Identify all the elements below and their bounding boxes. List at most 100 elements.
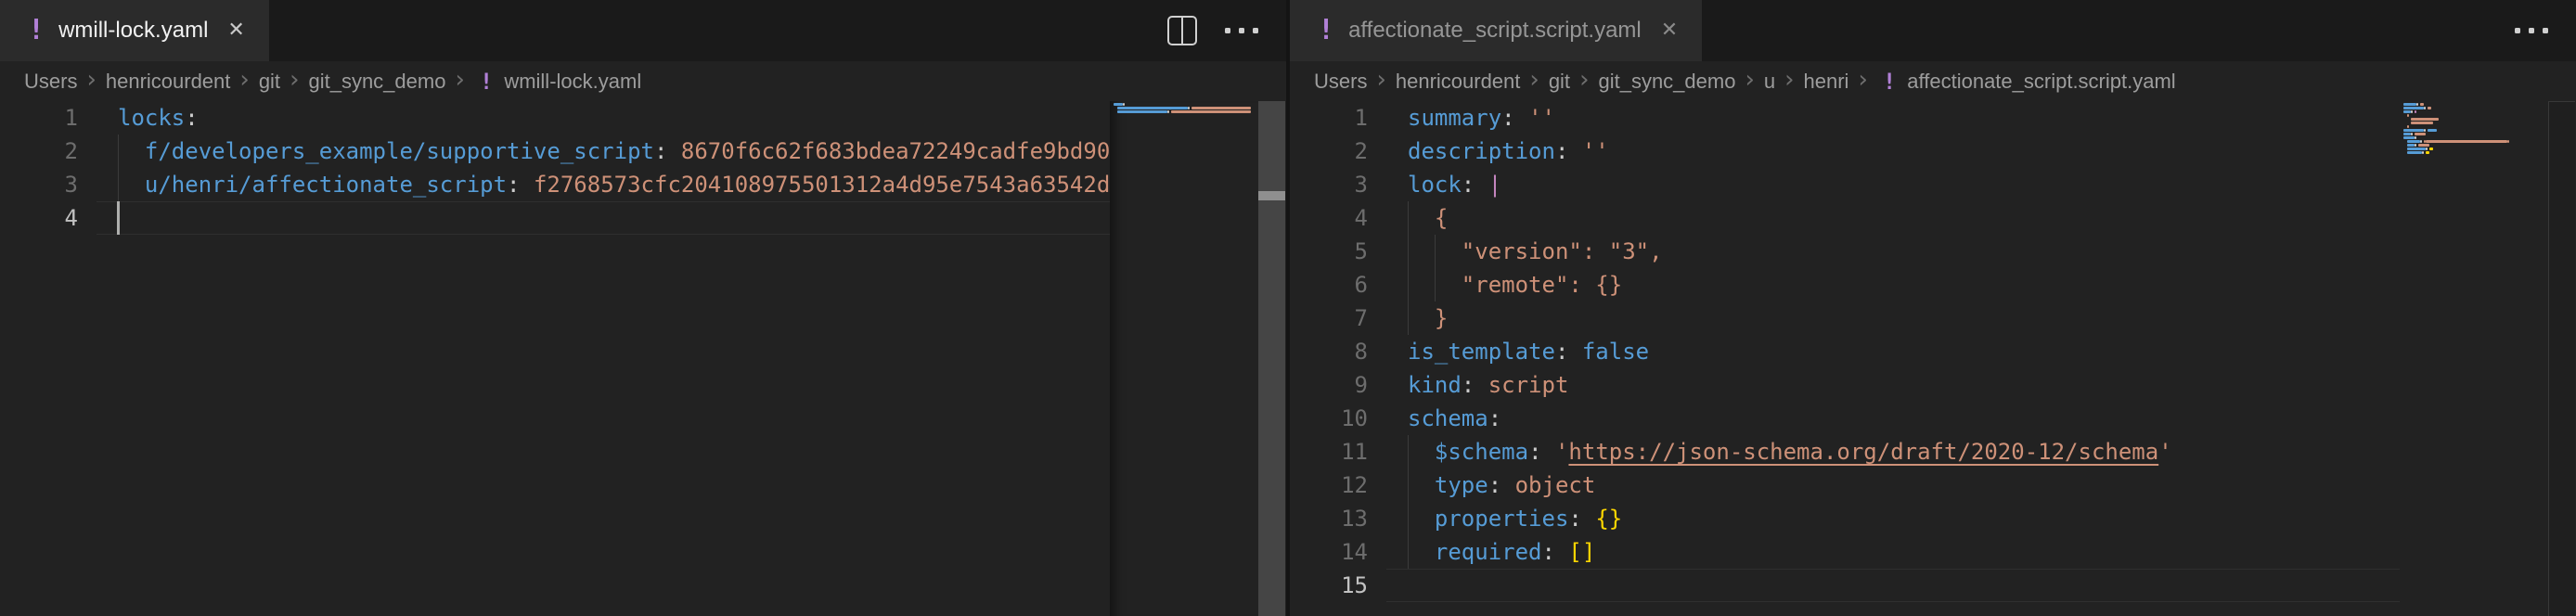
code-line-content: description: '' — [1408, 135, 1609, 168]
vertical-scrollbar[interactable] — [2548, 101, 2575, 616]
minimap-line — [2403, 144, 2429, 147]
line-number[interactable]: 13 — [1290, 502, 1368, 535]
code-token: : — [1462, 372, 1475, 398]
close-tab-icon[interactable]: ✕ — [227, 20, 244, 41]
line-number[interactable]: 1 — [1290, 101, 1368, 135]
close-tab-icon[interactable]: ✕ — [1661, 20, 1678, 41]
code-line[interactable]: 2 f/developers_example/supportive_script… — [0, 135, 1110, 168]
more-actions-icon[interactable] — [2515, 28, 2548, 33]
line-number[interactable]: 2 — [0, 135, 78, 168]
editor-actions — [2515, 0, 2576, 61]
code-line-content: "version": "3", — [1408, 235, 1663, 268]
code-line[interactable]: 4 { — [1290, 201, 2400, 235]
code-line[interactable]: 13 properties: {} — [1290, 502, 2400, 535]
code-line[interactable]: 7 } — [1290, 302, 2400, 335]
line-number[interactable]: 3 — [1290, 168, 1368, 201]
breadcrumb-item[interactable]: Users — [1314, 70, 1367, 94]
code-token: { — [1435, 205, 1448, 231]
code-token: required — [1435, 539, 1542, 565]
code-editor[interactable]: 1summary: ''2description: ''3lock: |4 {5… — [1290, 101, 2576, 616]
minimap[interactable] — [1110, 101, 1258, 616]
line-number[interactable]: 7 — [1290, 302, 1368, 335]
code-line[interactable]: 1locks: — [0, 101, 1110, 135]
line-number[interactable]: 12 — [1290, 468, 1368, 502]
code-line-content: type: object — [1408, 468, 1595, 502]
line-number[interactable]: 11 — [1290, 435, 1368, 468]
split-editor-icon[interactable] — [1167, 16, 1197, 45]
code-line[interactable]: 9kind: script — [1290, 368, 2400, 402]
line-number[interactable]: 9 — [1290, 368, 1368, 402]
breadcrumb-item[interactable]: henri — [1804, 70, 1849, 94]
code-token: : — [1555, 138, 1568, 164]
line-number[interactable]: 10 — [1290, 402, 1368, 435]
code-line[interactable]: 8is_template: false — [1290, 335, 2400, 368]
code-line[interactable]: 5 "version": "3", — [1290, 235, 2400, 268]
code-line[interactable]: 3 lock: | — [1290, 168, 2400, 201]
minimap-line — [2403, 103, 2424, 106]
line-number[interactable]: 8 — [1290, 335, 1368, 368]
breadcrumb-item[interactable]: Users — [24, 70, 77, 94]
code-line[interactable]: 3 u/henri/affectionate_script: f2768573c… — [0, 168, 1110, 201]
minimap-line — [2403, 151, 2429, 154]
line-number[interactable]: 3 — [0, 168, 78, 201]
code-token: false — [1582, 339, 1649, 365]
tab-affectionate-script-yaml[interactable]: ! affectionate_script.script.yaml ✕ — [1290, 0, 1702, 61]
code-line[interactable]: 6 "remote": {} — [1290, 268, 2400, 302]
code-token — [118, 138, 145, 164]
code-line[interactable]: 4 — [0, 201, 1110, 235]
minimap-line — [1114, 110, 1251, 113]
code-token — [1582, 506, 1595, 532]
minimap-line — [2403, 110, 2416, 113]
code-line[interactable]: 11 $schema: 'https://json-schema.org/dra… — [1290, 435, 2400, 468]
code-token — [1408, 238, 1462, 264]
line-number[interactable]: 2 — [1290, 135, 1368, 168]
code-token — [667, 138, 680, 164]
minimap[interactable] — [2400, 101, 2548, 616]
breadcrumb-separator-icon: › — [1579, 66, 1589, 94]
code-area[interactable]: 1summary: ''2description: ''3lock: |4 {5… — [1290, 101, 2400, 616]
breadcrumb-item[interactable]: henricourdent — [106, 70, 231, 94]
line-number[interactable]: 4 — [1290, 201, 1368, 235]
breadcrumb: Users›henricourdent›git›git_sync_demo›!w… — [0, 61, 1286, 101]
code-line[interactable]: 2 description: '' — [1290, 135, 2400, 168]
code-line[interactable]: 14 required: [] — [1290, 535, 2400, 569]
code-line-content: lock: | — [1408, 168, 1501, 201]
editor-group-left: ! wmill-lock.yaml ✕ Users›henricourdent›… — [0, 0, 1286, 616]
code-token: kind — [1408, 372, 1462, 398]
code-token: properties — [1435, 506, 1569, 532]
code-line[interactable]: 15 — [1290, 569, 2400, 602]
breadcrumb-item[interactable]: git_sync_demo — [308, 70, 445, 94]
breadcrumb-separator-icon: › — [1376, 66, 1385, 94]
line-number[interactable]: 1 — [0, 101, 78, 135]
code-line[interactable]: 12 type: object — [1290, 468, 2400, 502]
breadcrumb-item[interactable]: git — [259, 70, 280, 94]
more-actions-icon[interactable] — [1225, 28, 1258, 33]
yaml-file-icon: ! — [1883, 69, 1896, 95]
code-token: : — [1488, 472, 1501, 498]
code-token — [1408, 205, 1435, 231]
line-number[interactable]: 4 — [0, 201, 78, 235]
tab-wmill-lock-yaml[interactable]: ! wmill-lock.yaml ✕ — [0, 0, 269, 61]
breadcrumb: Users›henricourdent›git›git_sync_demo›u›… — [1290, 61, 2576, 101]
breadcrumb-item[interactable]: git_sync_demo — [1598, 70, 1735, 94]
line-number[interactable]: 6 — [1290, 268, 1368, 302]
breadcrumb-item[interactable]: henricourdent — [1396, 70, 1521, 94]
code-token: u/henri/affectionate_script — [145, 172, 507, 198]
code-editor[interactable]: 1locks:2 f/developers_example/supportive… — [0, 101, 1286, 616]
breadcrumb-file[interactable]: affectionate_script.script.yaml — [1907, 70, 2175, 94]
code-line[interactable]: 1summary: '' — [1290, 101, 2400, 135]
breadcrumb-item[interactable]: git — [1549, 70, 1570, 94]
line-number[interactable]: 15 — [1290, 569, 1368, 602]
code-token: [] — [1568, 539, 1595, 565]
code-line[interactable]: 10schema: — [1290, 402, 2400, 435]
code-area[interactable]: 1locks:2 f/developers_example/supportive… — [0, 101, 1110, 616]
code-token — [1408, 439, 1435, 465]
code-token: '' — [1582, 138, 1609, 164]
scrollbar-thumb[interactable] — [1258, 191, 1285, 200]
vertical-scrollbar[interactable] — [1258, 101, 1285, 616]
line-number[interactable]: 5 — [1290, 235, 1368, 268]
breadcrumb-item[interactable]: u — [1764, 70, 1775, 94]
breadcrumb-file[interactable]: wmill-lock.yaml — [504, 70, 641, 94]
line-number[interactable]: 14 — [1290, 535, 1368, 569]
code-token: : — [1542, 539, 1555, 565]
